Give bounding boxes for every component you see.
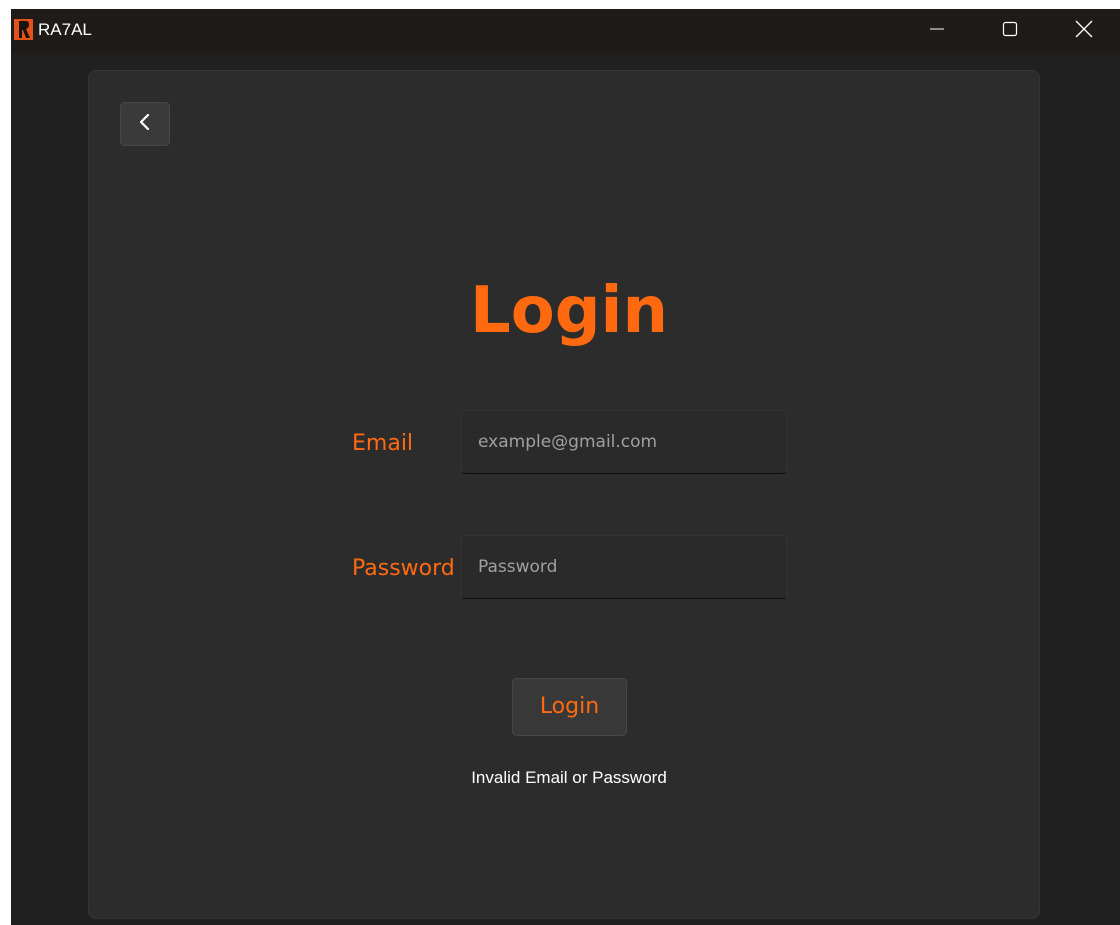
- chevron-left-icon: [138, 112, 152, 136]
- title-bar[interactable]: RA7AL: [11, 9, 1120, 53]
- app-window: RA7AL Login Email Password Log: [11, 9, 1120, 925]
- page-title: Login: [469, 274, 669, 348]
- window-title: RA7AL: [38, 20, 92, 39]
- maximize-button[interactable]: [973, 9, 1046, 53]
- password-label: Password: [352, 556, 455, 581]
- close-icon: [1075, 20, 1093, 42]
- error-message: Invalid Email or Password: [471, 768, 667, 787]
- app-logo-icon: [14, 19, 33, 40]
- back-button[interactable]: [120, 102, 170, 146]
- maximize-icon: [1002, 21, 1018, 41]
- close-button[interactable]: [1047, 9, 1120, 53]
- email-label: Email: [352, 431, 414, 456]
- minimize-icon: [929, 21, 945, 41]
- login-panel: Login Email Password Login Invalid Email…: [88, 70, 1040, 919]
- password-field[interactable]: [461, 535, 787, 599]
- email-field[interactable]: [461, 410, 787, 474]
- minimize-button[interactable]: [900, 9, 973, 53]
- login-button[interactable]: Login: [512, 678, 627, 736]
